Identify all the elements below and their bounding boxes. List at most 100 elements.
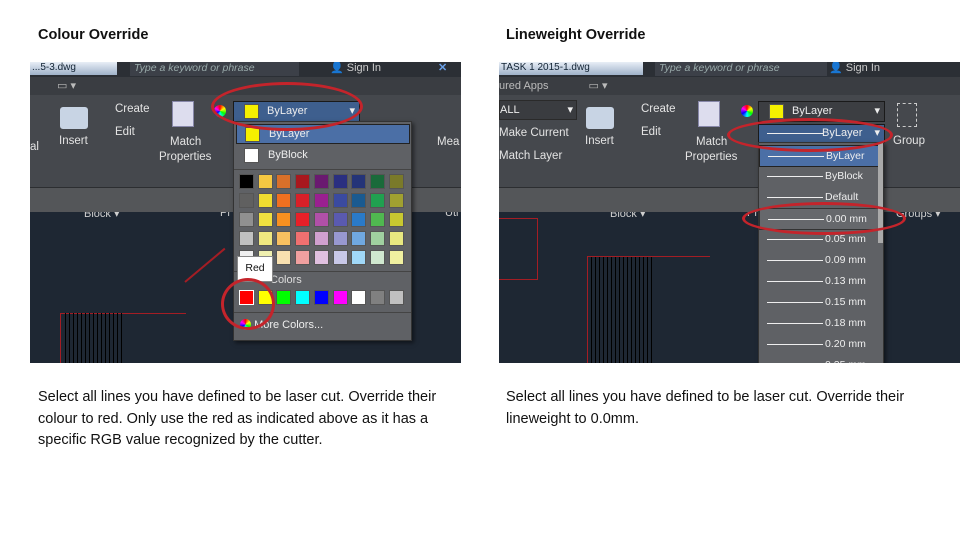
line-preview: [768, 156, 824, 157]
match-label[interactable]: Match: [696, 136, 727, 148]
color-swatch[interactable]: [257, 231, 273, 246]
color-swatch[interactable]: [313, 250, 329, 265]
color-swatch[interactable]: [332, 174, 348, 189]
file-name: TASK 1 2015-1.dwg: [499, 62, 643, 75]
insert-icon[interactable]: [60, 107, 88, 129]
insert-button[interactable]: Insert: [59, 135, 88, 147]
group-button[interactable]: Group: [893, 135, 925, 147]
color-swatch[interactable]: [257, 212, 273, 227]
color-swatch[interactable]: [351, 193, 367, 208]
lineweight-dropdown: ByLayer ByBlock Default 0.00 mm 0.05 mm 0.09 …: [758, 142, 884, 363]
color-swatch: [244, 148, 259, 163]
exchange-icon[interactable]: ✕: [438, 62, 447, 75]
color-swatch[interactable]: [239, 193, 254, 208]
index-color-swatch[interactable]: [276, 290, 292, 305]
line-preview: [767, 260, 823, 261]
chevron-down-icon[interactable]: ▾: [874, 102, 880, 121]
color-swatch[interactable]: [388, 193, 404, 208]
edit-block-button[interactable]: Edit: [641, 126, 661, 138]
color-swatch[interactable]: [332, 250, 348, 265]
color-swatch[interactable]: [313, 174, 329, 189]
color-swatch[interactable]: [276, 174, 292, 189]
measure-button[interactable]: Mea: [437, 136, 459, 148]
lineweight-label: 0.25 mm: [825, 355, 866, 363]
insert-icon[interactable]: [586, 107, 614, 129]
color-swatch[interactable]: [295, 250, 311, 265]
index-color-swatch[interactable]: [313, 290, 329, 305]
color-swatch[interactable]: [369, 174, 385, 189]
color-swatch[interactable]: [295, 193, 311, 208]
color-swatch[interactable]: [239, 212, 254, 227]
color-swatch[interactable]: [257, 193, 273, 208]
camera-icon[interactable]: ▭ ▾: [589, 80, 608, 92]
color-swatch[interactable]: [295, 174, 311, 189]
edit-block-button[interactable]: Edit: [115, 126, 135, 138]
color-swatch[interactable]: [313, 231, 329, 246]
color-swatch[interactable]: [369, 231, 385, 246]
color-swatch[interactable]: [388, 174, 404, 189]
color-swatch[interactable]: [369, 193, 385, 208]
right-caption: Select all lines you have defined to be …: [506, 389, 905, 427]
insert-button[interactable]: Insert: [585, 135, 614, 147]
search-input[interactable]: Type a keyword or phrase: [130, 62, 299, 76]
color-swatch[interactable]: [351, 174, 367, 189]
search-input[interactable]: Type a keyword or phrase: [655, 62, 827, 76]
lineweight-item[interactable]: 0.13 mm: [759, 271, 877, 291]
color-swatch[interactable]: [388, 231, 404, 246]
create-block-button[interactable]: Create: [641, 103, 676, 115]
color-swatch[interactable]: [276, 193, 292, 208]
make-current-button[interactable]: Make Current: [499, 127, 569, 139]
sign-in-button[interactable]: 👤 Sign In: [829, 62, 880, 75]
lineweight-item[interactable]: ByBlock: [759, 166, 877, 186]
divider: [234, 169, 411, 170]
color-swatch[interactable]: [295, 212, 311, 227]
color-swatch[interactable]: [313, 212, 329, 227]
color-swatch[interactable]: [369, 212, 385, 227]
layer-combo[interactable]: ALL ▾: [499, 100, 577, 120]
color-swatch[interactable]: [351, 212, 367, 227]
color-swatch[interactable]: [332, 231, 348, 246]
group-icon[interactable]: [897, 103, 917, 127]
lineweight-item[interactable]: 0.25 mm: [759, 355, 877, 363]
index-color-swatch[interactable]: [369, 290, 385, 305]
featured-apps-tab[interactable]: ured Apps: [499, 80, 549, 92]
color-swatch[interactable]: [276, 212, 292, 227]
title-bar: ...5-3.dwg Type a keyword or phrase 👤 Si…: [30, 62, 461, 77]
color-swatch[interactable]: [257, 174, 273, 189]
color-swatch[interactable]: [276, 250, 292, 265]
match-layer-button[interactable]: Match Layer: [499, 150, 562, 162]
color-swatch[interactable]: [388, 250, 404, 265]
lineweight-item[interactable]: 0.15 mm: [759, 292, 877, 312]
index-color-swatch[interactable]: [332, 290, 348, 305]
color-swatch[interactable]: [239, 231, 254, 246]
color-swatch[interactable]: [313, 193, 329, 208]
color-swatch[interactable]: [351, 250, 367, 265]
color-swatch[interactable]: [351, 231, 367, 246]
color-swatch[interactable]: [369, 250, 385, 265]
color-swatch[interactable]: [332, 212, 348, 227]
lineweight-item[interactable]: 0.09 mm: [759, 250, 877, 270]
match-label[interactable]: Match: [170, 136, 201, 148]
sign-in-button[interactable]: 👤 Sign In: [330, 62, 381, 75]
index-color-swatch[interactable]: [351, 290, 367, 305]
index-color-swatch[interactable]: [295, 290, 311, 305]
drawing-hatch: [65, 313, 125, 363]
camera-icon[interactable]: ▭ ▾: [57, 80, 76, 92]
match-properties-icon[interactable]: [172, 101, 194, 127]
lineweight-label: 0.18 mm: [825, 317, 866, 329]
properties-label[interactable]: Properties: [159, 151, 211, 163]
annotation-circle: [742, 202, 906, 235]
color-swatch[interactable]: [295, 231, 311, 246]
create-block-button[interactable]: Create: [115, 103, 150, 115]
lineweight-item[interactable]: 0.20 mm: [759, 334, 877, 354]
color-swatch[interactable]: [388, 212, 404, 227]
color-swatch[interactable]: [239, 174, 254, 189]
properties-label[interactable]: Properties: [685, 151, 737, 163]
color-swatch[interactable]: [276, 231, 292, 246]
index-color-swatch[interactable]: [388, 290, 404, 305]
match-properties-icon[interactable]: [698, 101, 720, 127]
color-swatch[interactable]: [332, 193, 348, 208]
lineweight-item[interactable]: 0.18 mm: [759, 313, 877, 333]
drawing-outline: [499, 218, 538, 280]
dropdown-item-byblock[interactable]: ByBlock: [236, 146, 408, 164]
